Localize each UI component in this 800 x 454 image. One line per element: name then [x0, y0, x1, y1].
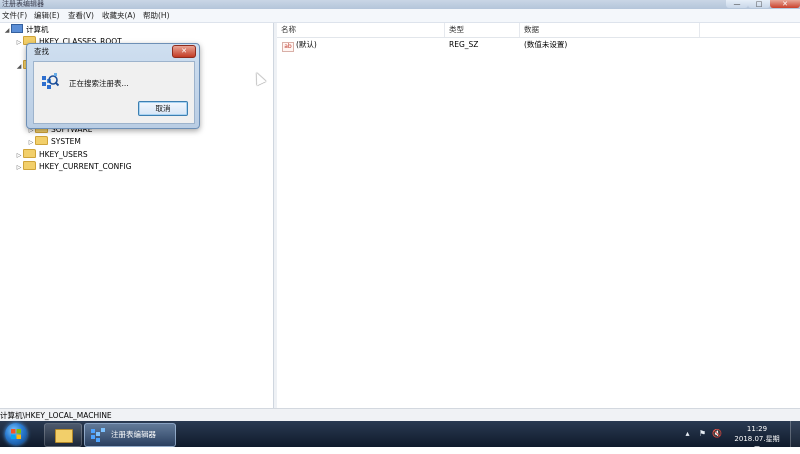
- show-desktop-button[interactable]: [790, 421, 800, 447]
- status-path: 计算机\HKEY_LOCAL_MACHINE: [0, 411, 112, 420]
- menu-view[interactable]: 查看(V): [68, 10, 94, 21]
- folder-icon: [55, 429, 73, 443]
- tree-item-system[interactable]: ▷ SYSTEM: [27, 136, 81, 148]
- menu-bar: 文件(F) 编辑(E) 查看(V) 收藏夹(A) 帮助(H): [0, 9, 800, 23]
- column-name[interactable]: 名称: [277, 23, 445, 37]
- menu-help[interactable]: 帮助(H): [143, 10, 170, 21]
- column-type[interactable]: 类型: [445, 23, 520, 37]
- clock-date: 2018.07.星期二: [734, 435, 780, 453]
- status-bar: 计算机\HKEY_LOCAL_MACHINE: [0, 408, 800, 422]
- maximize-button[interactable]: □: [748, 0, 770, 8]
- find-dialog: 查找 ✕ 正在搜索注册表... 取消: [26, 43, 200, 129]
- value-name-cell: ab (默认): [282, 38, 317, 52]
- clock[interactable]: 11:29 2018.07.星期二: [733, 424, 781, 454]
- network-icon[interactable]: ⚑: [698, 429, 707, 438]
- tree-item-label: SYSTEM: [51, 137, 81, 146]
- expand-icon[interactable]: ▷: [15, 37, 23, 49]
- close-button[interactable]: ✕: [770, 0, 800, 8]
- clock-time: 11:29: [746, 425, 768, 433]
- window-title: 注册表编辑器: [2, 0, 44, 8]
- list-header: 名称 类型 数据: [277, 23, 800, 38]
- tree-item-hkcc[interactable]: ▷ HKEY_CURRENT_CONFIG: [15, 161, 132, 173]
- folder-icon: [23, 149, 36, 158]
- folder-icon: [23, 161, 36, 170]
- value-data: (数值未设置): [524, 40, 568, 49]
- tree-item-label: HKEY_USERS: [39, 150, 88, 159]
- column-data[interactable]: 数据: [520, 23, 700, 37]
- minimize-button[interactable]: —: [726, 0, 748, 8]
- menu-edit[interactable]: 编辑(E): [34, 10, 60, 21]
- value-type: REG_SZ: [449, 40, 479, 49]
- dialog-close-button[interactable]: ✕: [172, 45, 196, 58]
- volume-muted-icon[interactable]: 🔇: [712, 429, 722, 438]
- menu-favorites[interactable]: 收藏夹(A): [102, 10, 135, 21]
- taskbar-explorer-button[interactable]: [44, 423, 82, 447]
- taskbar: 注册表编辑器 ▴ ⚑ 🔇 11:29 2018.07.星期二: [0, 421, 800, 453]
- expand-icon[interactable]: ▷: [15, 162, 23, 174]
- folder-icon: [35, 136, 48, 145]
- menu-file[interactable]: 文件(F): [2, 10, 27, 21]
- value-list[interactable]: 名称 类型 数据 ab (默认) REG_SZ (数值未设置): [277, 23, 800, 408]
- show-hidden-icons-icon[interactable]: ▴: [683, 429, 692, 438]
- dialog-title: 查找: [34, 47, 49, 56]
- regedit-icon: [91, 428, 105, 442]
- collapse-icon[interactable]: ◢: [15, 61, 23, 73]
- tree-item-hku[interactable]: ▷ HKEY_USERS: [15, 149, 88, 161]
- taskbar-regedit-button[interactable]: 注册表编辑器: [84, 423, 176, 447]
- tree-item-label: HKEY_CURRENT_CONFIG: [39, 162, 132, 171]
- title-bar: 注册表编辑器 — □ ✕: [0, 0, 800, 9]
- collapse-icon[interactable]: ◢: [3, 25, 11, 37]
- cancel-button[interactable]: 取消: [138, 101, 188, 116]
- computer-icon: [11, 24, 23, 33]
- tree-root-computer[interactable]: ◢ 计算机: [3, 24, 49, 36]
- string-value-icon: ab: [282, 42, 294, 52]
- search-animation-icon: [42, 73, 59, 89]
- taskbar-regedit-label: 注册表编辑器: [111, 430, 156, 439]
- list-item[interactable]: ab (默认) REG_SZ (数值未设置): [277, 38, 800, 52]
- expand-icon[interactable]: ▷: [27, 137, 35, 149]
- tree-root-label: 计算机: [26, 25, 49, 34]
- windows-logo-icon: [11, 429, 21, 439]
- dialog-body: 正在搜索注册表... 取消: [33, 61, 195, 124]
- start-button[interactable]: [5, 423, 27, 445]
- dialog-message: 正在搜索注册表...: [69, 79, 129, 88]
- value-name: (默认): [296, 40, 317, 49]
